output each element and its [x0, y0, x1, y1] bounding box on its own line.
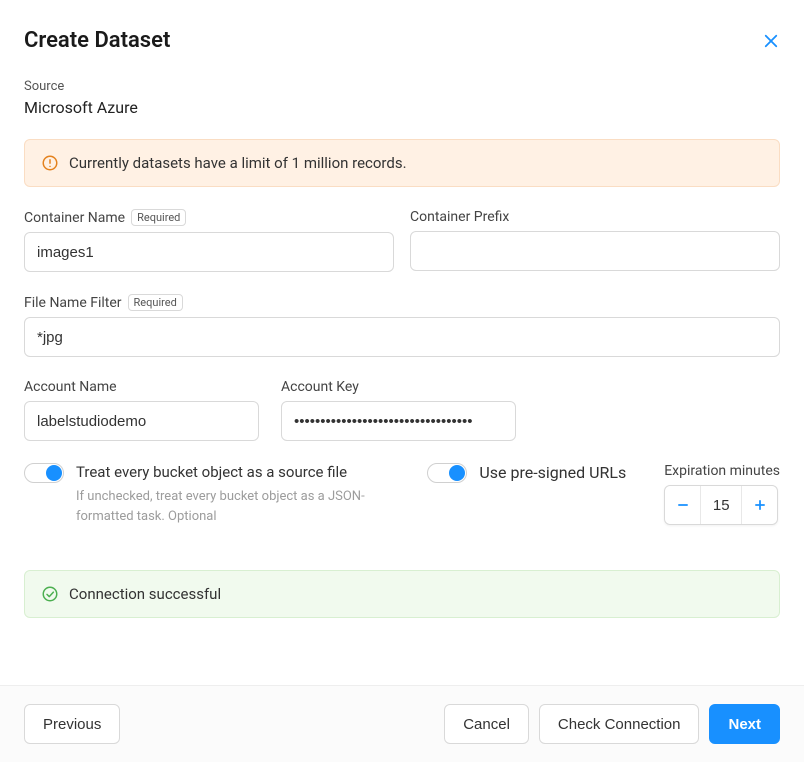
expiration-decrement[interactable]: [665, 486, 701, 524]
cancel-button[interactable]: Cancel: [444, 704, 529, 744]
file-name-filter-label: File Name Filter: [24, 295, 122, 311]
close-button[interactable]: [762, 32, 780, 50]
limit-alert-text: Currently datasets have a limit of 1 mil…: [69, 154, 407, 172]
expiration-stepper: [664, 485, 778, 525]
previous-button[interactable]: Previous: [24, 704, 120, 744]
expiration-increment[interactable]: [741, 486, 777, 524]
container-prefix-label: Container Prefix: [410, 209, 509, 225]
expiration-input[interactable]: [701, 497, 741, 514]
check-connection-button[interactable]: Check Connection: [539, 704, 700, 744]
treat-bucket-sub: If unchecked, treat every bucket object …: [76, 487, 366, 526]
next-button[interactable]: Next: [709, 704, 780, 744]
presigned-toggle[interactable]: [427, 463, 467, 483]
source-value: Microsoft Azure: [24, 98, 780, 117]
file-name-filter-input[interactable]: [24, 317, 780, 357]
container-name-input[interactable]: [24, 232, 394, 272]
presigned-label: Use pre-signed URLs: [479, 463, 626, 482]
treat-bucket-toggle[interactable]: [24, 463, 64, 483]
limit-alert: Currently datasets have a limit of 1 mil…: [24, 139, 780, 187]
minus-icon: [676, 498, 690, 512]
account-key-input[interactable]: [281, 401, 516, 441]
source-label: Source: [24, 79, 780, 94]
success-alert: Connection successful: [24, 570, 780, 618]
plus-icon: [753, 498, 767, 512]
required-badge: Required: [128, 294, 183, 311]
required-badge: Required: [131, 209, 186, 226]
treat-bucket-label: Treat every bucket object as a source fi…: [76, 463, 366, 481]
success-icon: [41, 585, 59, 603]
success-alert-text: Connection successful: [69, 585, 221, 603]
close-icon: [762, 32, 780, 50]
expiration-label: Expiration minutes: [664, 463, 780, 479]
container-name-label: Container Name: [24, 210, 125, 226]
dialog-title: Create Dataset: [24, 28, 170, 53]
account-name-input[interactable]: [24, 401, 259, 441]
account-name-label: Account Name: [24, 379, 117, 395]
container-prefix-input[interactable]: [410, 231, 780, 271]
account-key-label: Account Key: [281, 379, 359, 395]
warning-icon: [41, 154, 59, 172]
